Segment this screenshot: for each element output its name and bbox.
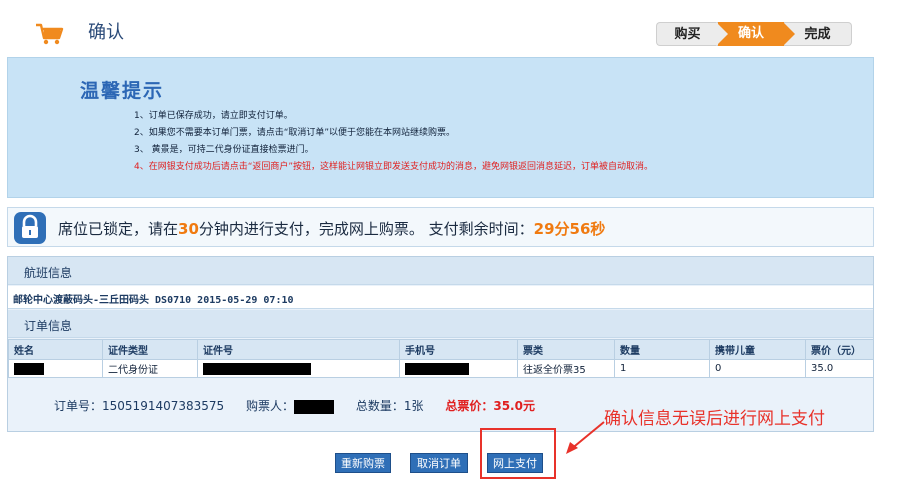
cell-ticket-type: 往返全价票35 xyxy=(517,359,615,378)
col-quantity: 数量 xyxy=(614,339,710,360)
cancel-order-button[interactable]: 取消订单 xyxy=(410,453,468,473)
shopping-cart-icon xyxy=(36,23,64,45)
rebuy-button[interactable]: 重新购票 xyxy=(335,453,391,473)
lock-icon xyxy=(14,212,46,244)
col-children: 携带儿童 xyxy=(709,339,806,360)
seat-lock-bar: 席位已锁定，请在30分钟内进行支付，完成网上购票。 支付剩余时间：29分56秒 xyxy=(7,207,874,247)
order-info-header: 订单信息 xyxy=(8,310,873,338)
page-title: 确认 xyxy=(88,22,124,43)
cell-phone xyxy=(399,359,518,378)
remaining-time: 29分56秒 xyxy=(533,220,606,238)
cell-id-type: 二代身份证 xyxy=(102,359,198,378)
order-info-heading: 订单信息 xyxy=(24,319,73,333)
col-price: 票价（元） xyxy=(805,339,874,360)
cell-quantity: 1 xyxy=(614,359,710,378)
lock-text-before: 席位已锁定，请在 xyxy=(58,220,179,238)
lock-message: 席位已锁定，请在30分钟内进行支付，完成网上购票。 支付剩余时间：29分56秒 xyxy=(58,218,605,239)
cell-children: 0 xyxy=(709,359,806,378)
table-header-row: 姓名 证件类型 证件号 手机号 票类 数量 携带儿童 票价（元） xyxy=(8,339,874,360)
redacted-phone xyxy=(405,362,469,375)
step-separator-icon xyxy=(783,22,795,46)
notice-line-1: 1、订单已保存成功，请立即支付订单。 xyxy=(134,111,293,121)
col-phone: 手机号 xyxy=(399,339,518,360)
cell-id-number xyxy=(197,359,400,378)
total-price: 35.0元 xyxy=(493,399,535,413)
lock-text-after: 分钟内进行支付，完成网上购票。 支付剩余时间： xyxy=(198,220,534,238)
col-ticket-type: 票类 xyxy=(517,339,615,360)
flight-info-line: 邮轮中心渡蔽码头-三丘田码头 DS0710 2015-05-29 07:10 xyxy=(8,286,873,309)
table-row: 二代身份证 往返全价票35 1 0 35.0 xyxy=(8,359,874,378)
cell-price: 35.0 xyxy=(805,359,874,378)
notice-line-3: 3、 黄景是，可持二代身份证直接检票进门。 xyxy=(134,145,314,155)
order-table: 姓名 证件类型 证件号 手机号 票类 数量 携带儿童 票价（元） 二代身份证 往… xyxy=(8,339,874,378)
order-summary: 订单号：1505191407383575 购票人： 总数量：1张 总票价：35.… xyxy=(54,397,535,414)
step-buy: 购买 xyxy=(656,22,718,46)
redacted-id xyxy=(203,362,311,375)
order-no-label: 订单号： xyxy=(54,399,103,413)
flight-info-header: 航班信息 xyxy=(8,257,873,285)
notice-panel: 温馨提示 1、订单已保存成功，请立即支付订单。 2、如果您不需要本订单门票，请点… xyxy=(7,57,874,198)
total-price-label: 总票价： xyxy=(445,399,494,413)
flight-info-heading: 航班信息 xyxy=(24,266,73,280)
col-id-type: 证件类型 xyxy=(102,339,198,360)
notice-line-4: 4、在网银支付成功后请点击“返回商户”按钮，这样能让网银立即发送支付成功的消息，… xyxy=(134,162,654,172)
col-name: 姓名 xyxy=(8,339,103,360)
redacted-name xyxy=(14,362,44,375)
notice-title: 温馨提示 xyxy=(80,80,165,102)
redacted-buyer xyxy=(294,399,335,414)
order-number: 1505191407383575 xyxy=(102,399,225,413)
online-pay-button[interactable]: 网上支付 xyxy=(487,453,543,473)
step-separator-icon xyxy=(716,22,728,46)
cell-name xyxy=(8,359,103,378)
lock-minutes: 30 xyxy=(178,220,199,238)
callout-arrow-icon xyxy=(566,421,605,454)
callout-annotation: 确认信息无误后进行网上支付 xyxy=(604,409,825,429)
quantity-label: 总数量： xyxy=(355,399,404,413)
notice-line-2: 2、如果您不需要本订单门票，请点击“取消订单”以便于您能在本网站继续购票。 xyxy=(134,128,456,138)
col-id-number: 证件号 xyxy=(197,339,400,360)
buyer-label: 购票人： xyxy=(246,399,295,413)
progress-steps: 购买 确认 完成 xyxy=(656,22,852,46)
total-quantity: 1张 xyxy=(403,399,424,413)
flight-details: 邮轮中心渡蔽码头-三丘田码头 DS0710 2015-05-29 07:10 xyxy=(13,295,294,306)
